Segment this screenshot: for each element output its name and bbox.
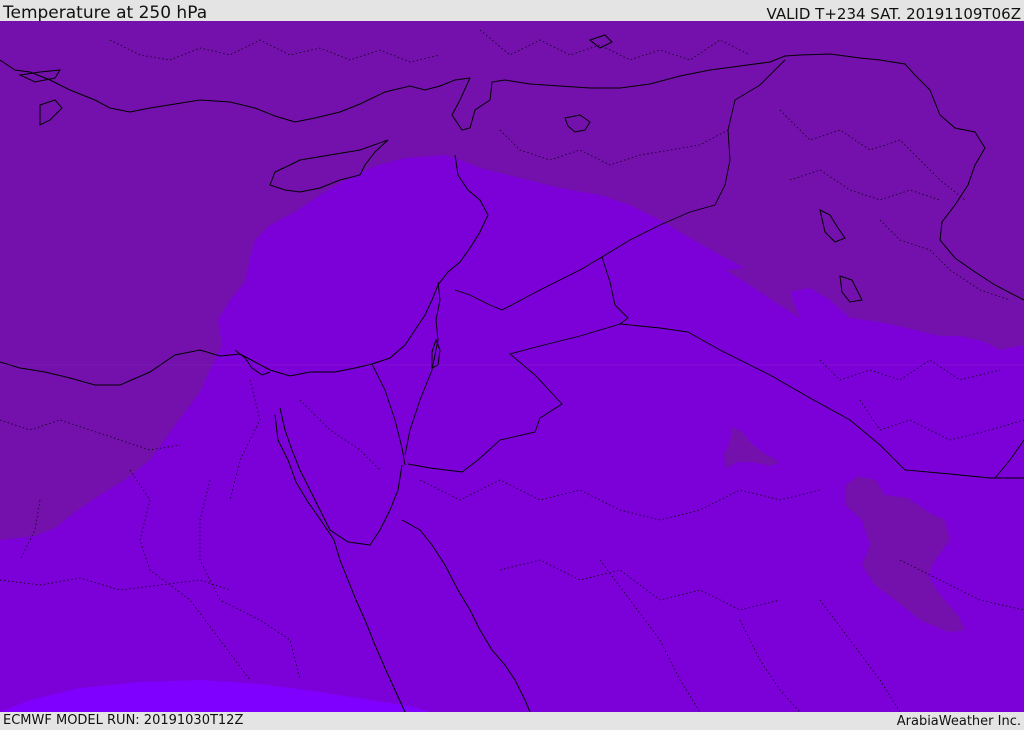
header-bar: Temperature at 250 hPa VALID T+234 SAT. … [0,0,1024,23]
map-panel[interactable] [0,21,1024,712]
footer-bar: ECMWF MODEL RUN: 20191030T12Z ArabiaWeat… [0,712,1024,729]
temperature-map [0,21,1024,712]
map-title: Temperature at 250 hPa [3,3,208,23]
model-run-label: ECMWF MODEL RUN: 20191030T12Z [3,713,244,728]
credit-label: ArabiaWeather Inc. [896,714,1021,729]
